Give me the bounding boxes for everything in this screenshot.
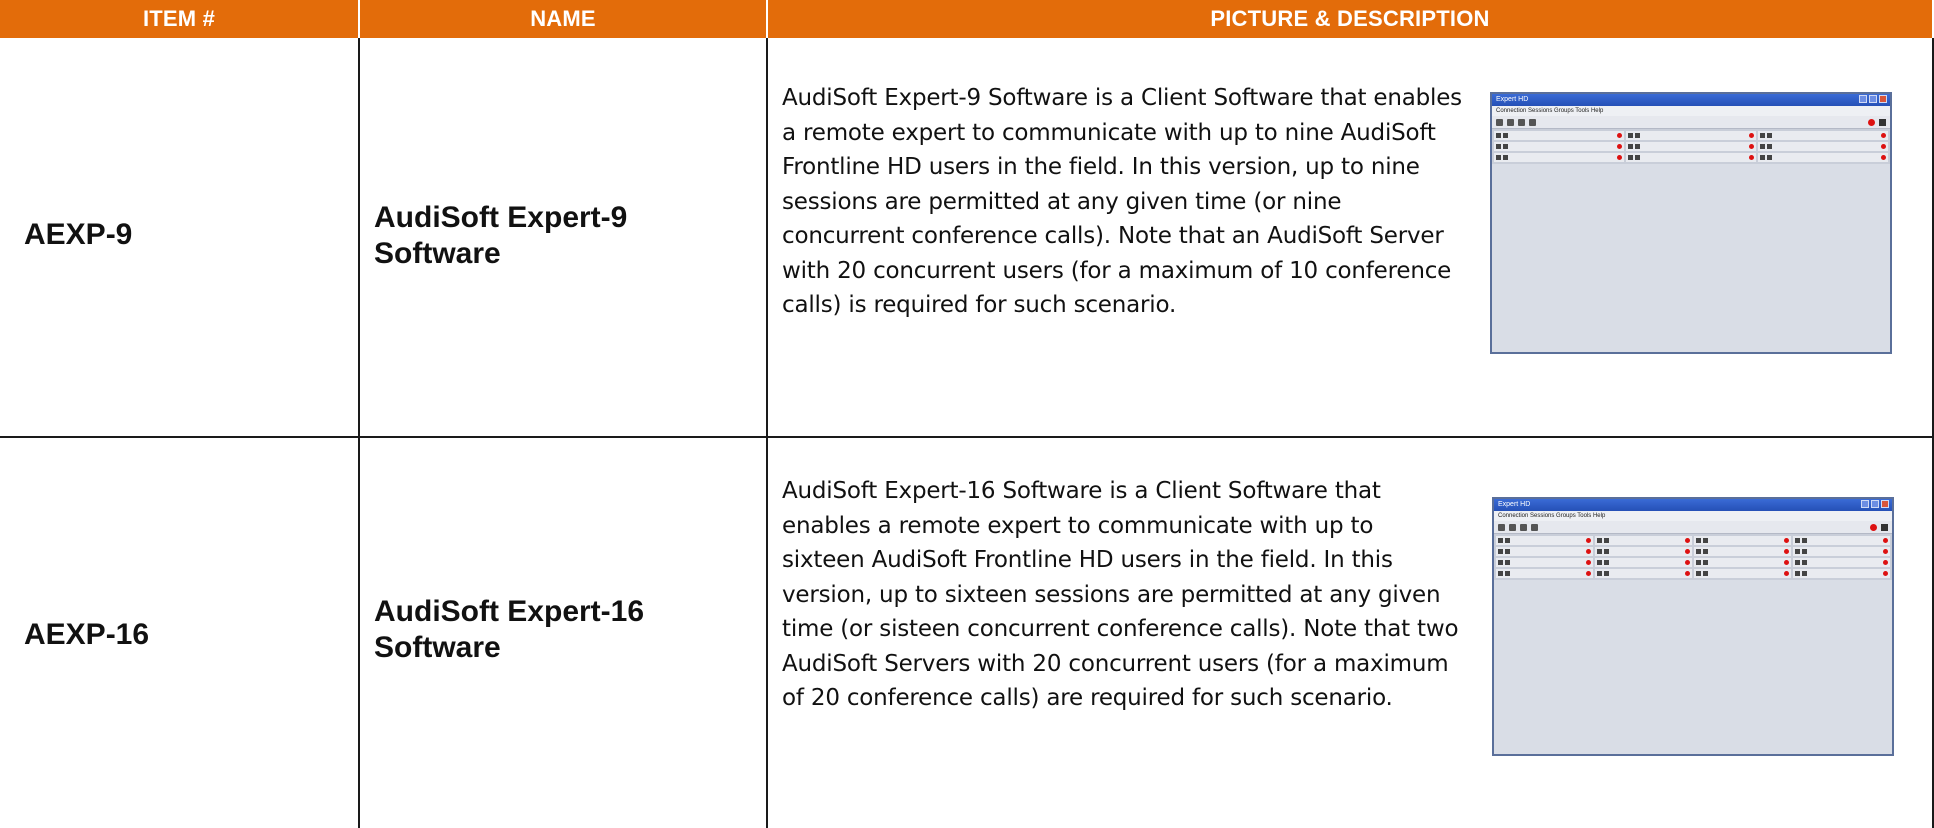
- video-session-tile: [1496, 569, 1593, 578]
- group-icon: [1529, 118, 1536, 126]
- video-session-tile: [1626, 142, 1756, 151]
- video-session-tile: [1595, 536, 1692, 545]
- column-header-description-label: PICTURE & DESCRIPTION: [1210, 6, 1490, 31]
- column-header-description: PICTURE & DESCRIPTION: [768, 0, 1932, 38]
- phone-icon: [1507, 118, 1514, 126]
- clock-icon: [1520, 523, 1527, 531]
- video-session-grid: [1492, 129, 1890, 164]
- video-session-tile: [1694, 547, 1791, 556]
- screenshot-title-bar: Expert HD: [1494, 499, 1892, 511]
- video-session-tile: [1793, 536, 1890, 545]
- product-name: AudiSoft Expert-16 Software: [374, 595, 645, 664]
- product-screenshot: Expert HD Connection Sessions Groups Too…: [1490, 92, 1892, 354]
- product-description: AudiSoft Expert-9 Software is a Client S…: [782, 85, 1462, 318]
- video-session-tile: [1595, 569, 1692, 578]
- screenshot-menu-bar: Connection Sessions Groups Tools Help: [1492, 106, 1890, 116]
- product-description: AudiSoft Expert-16 Software is a Client …: [782, 478, 1459, 711]
- video-session-tile: [1496, 558, 1593, 567]
- column-header-name-label: NAME: [530, 6, 596, 31]
- column-divider: [766, 38, 768, 828]
- stop-icon: [1879, 118, 1886, 126]
- video-session-tile: [1496, 536, 1593, 545]
- screenshot-title-bar: Expert HD: [1492, 94, 1890, 106]
- screenshot-toolbar: [1494, 521, 1892, 534]
- list-icon: [1496, 118, 1503, 126]
- screenshot-menu-bar: Connection Sessions Groups Tools Help: [1494, 511, 1892, 521]
- video-session-tile: [1626, 131, 1756, 140]
- row-divider: [0, 436, 1934, 438]
- product-table: ITEM # NAME PICTURE & DESCRIPTION AEXP-9…: [0, 0, 1934, 828]
- video-session-tile: [1595, 558, 1692, 567]
- video-session-tile: [1626, 153, 1756, 162]
- video-session-tile: [1494, 142, 1624, 151]
- item-number: AEXP-16: [24, 618, 150, 651]
- column-divider: [358, 38, 360, 828]
- product-screenshot: Expert HD Connection Sessions Groups Too…: [1492, 497, 1894, 756]
- window-controls-icon: [1861, 500, 1889, 508]
- video-session-tile: [1496, 547, 1593, 556]
- video-session-tile: [1595, 547, 1692, 556]
- product-name: AudiSoft Expert-9 Software: [374, 201, 628, 270]
- clock-icon: [1518, 118, 1525, 126]
- video-session-tile: [1494, 153, 1624, 162]
- stop-icon: [1881, 523, 1888, 531]
- phone-icon: [1509, 523, 1516, 531]
- record-icon: [1868, 118, 1875, 126]
- column-header-name: NAME: [360, 0, 766, 38]
- list-icon: [1498, 523, 1505, 531]
- column-header-item-label: ITEM #: [142, 6, 216, 31]
- screenshot-toolbar: [1492, 116, 1890, 129]
- screenshot-window-title: Expert HD: [1496, 96, 1529, 103]
- video-session-grid: [1494, 534, 1892, 580]
- video-session-tile: [1694, 558, 1791, 567]
- video-session-tile: [1494, 131, 1624, 140]
- video-session-tile: [1793, 547, 1890, 556]
- record-icon: [1870, 523, 1877, 531]
- video-session-tile: [1793, 569, 1890, 578]
- item-number: AEXP-9: [24, 218, 133, 251]
- video-session-tile: [1694, 536, 1791, 545]
- video-session-tile: [1758, 142, 1888, 151]
- video-session-tile: [1758, 131, 1888, 140]
- group-icon: [1531, 523, 1538, 531]
- video-session-tile: [1694, 569, 1791, 578]
- video-session-tile: [1758, 153, 1888, 162]
- window-controls-icon: [1859, 95, 1887, 103]
- column-header-item: ITEM #: [0, 0, 358, 38]
- video-session-tile: [1793, 558, 1890, 567]
- screenshot-window-title: Expert HD: [1498, 501, 1531, 508]
